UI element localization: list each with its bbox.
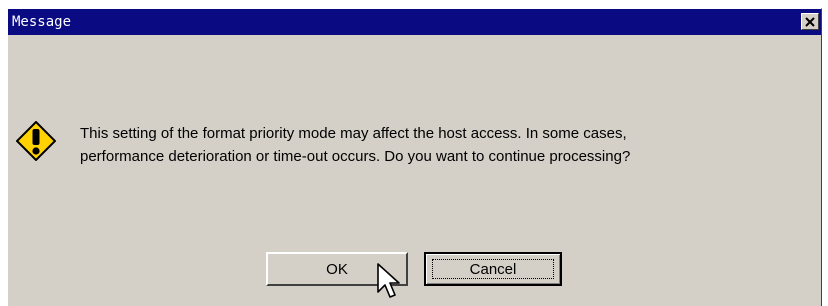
close-icon xyxy=(805,16,815,27)
message-text: This setting of the format priority mode… xyxy=(80,122,630,168)
cancel-button[interactable]: Cancel xyxy=(424,252,562,286)
window-title: Message xyxy=(12,14,72,30)
close-button[interactable] xyxy=(801,13,819,30)
message-line-2: performance deterioration or time-out oc… xyxy=(80,148,631,165)
message-dialog: Message This setting of the format prior… xyxy=(7,8,822,306)
title-bar[interactable]: Message xyxy=(8,9,821,35)
cancel-button-label: Cancel xyxy=(469,260,517,278)
mouse-pointer-icon xyxy=(377,263,400,298)
warning-icon xyxy=(16,121,56,161)
message-line-1: This setting of the format priority mode… xyxy=(80,125,627,142)
ok-button-label: OK xyxy=(326,260,348,278)
